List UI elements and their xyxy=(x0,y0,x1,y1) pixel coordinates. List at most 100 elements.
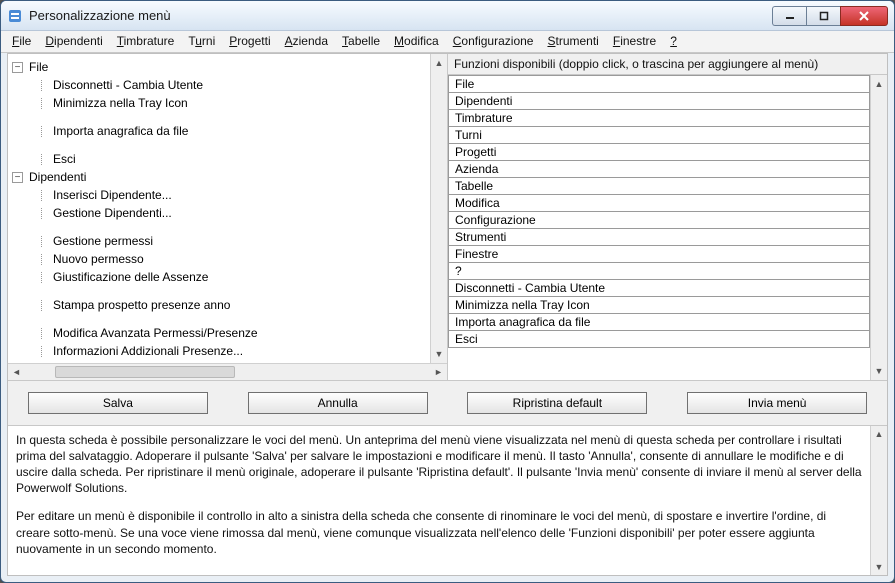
maximize-button[interactable] xyxy=(806,6,840,26)
tree-node-label: Inserisci Dipendente... xyxy=(53,188,172,202)
available-functions-list[interactable]: FileDipendentiTimbratureTurniProgettiAzi… xyxy=(448,75,870,380)
available-function-label: Azienda xyxy=(449,161,870,178)
menu-item[interactable]: Configurazione xyxy=(446,31,541,52)
tree-node-label: File xyxy=(29,60,48,74)
menu-item[interactable]: Timbrature xyxy=(110,31,182,52)
tree-node[interactable]: Gestione Dipendenti... xyxy=(36,204,430,222)
available-function-row[interactable]: Configurazione xyxy=(449,212,870,229)
minimize-button[interactable] xyxy=(772,6,806,26)
send-menu-button[interactable]: Invia menù xyxy=(687,392,867,414)
available-function-row[interactable]: ? xyxy=(449,263,870,280)
tree-node-label: Esci xyxy=(53,152,76,166)
tree-node[interactable]: Giustificazione delle Assenze xyxy=(36,268,430,286)
available-function-row[interactable]: Esci xyxy=(449,331,870,348)
scroll-up-icon[interactable]: ▲ xyxy=(431,54,448,71)
menu-item[interactable]: Finestre xyxy=(606,31,663,52)
collapse-icon[interactable]: − xyxy=(12,62,23,73)
available-function-row[interactable]: Turni xyxy=(449,127,870,144)
help-vertical-scrollbar[interactable]: ▲ ▼ xyxy=(870,426,887,575)
menu-item[interactable]: Turni xyxy=(181,31,222,52)
menu-tree-pane: −FileDisconnetti - Cambia UtenteMinimizz… xyxy=(8,54,448,380)
scroll-up-icon[interactable]: ▲ xyxy=(871,426,888,443)
window-title: Personalizzazione menù xyxy=(29,8,772,23)
tree-node[interactable]: Inserisci Dipendente... xyxy=(36,186,430,204)
tree-node[interactable]: Informazioni Addizionali Presenze... xyxy=(36,342,430,360)
menu-item[interactable]: ? xyxy=(663,31,684,52)
available-function-row[interactable]: Progetti xyxy=(449,144,870,161)
tree-connector xyxy=(36,126,47,137)
tree-node[interactable]: −Dipendenti xyxy=(12,168,430,186)
scroll-right-icon[interactable]: ► xyxy=(430,363,447,380)
menu-item[interactable]: Progetti xyxy=(222,31,277,52)
available-function-row[interactable]: Disconnetti - Cambia Utente xyxy=(449,280,870,297)
tree-node-label: Disconnetti - Cambia Utente xyxy=(53,78,203,92)
available-function-label: ? xyxy=(449,263,870,280)
available-vertical-scrollbar[interactable]: ▲ ▼ xyxy=(870,75,887,380)
menu-item[interactable]: Azienda xyxy=(278,31,335,52)
scroll-down-icon[interactable]: ▼ xyxy=(871,363,888,380)
tree-node[interactable]: Gestione permessi xyxy=(36,232,430,250)
help-paragraph: In questa scheda è possibile personalizz… xyxy=(16,432,862,497)
available-function-row[interactable]: Finestre xyxy=(449,246,870,263)
help-text: In questa scheda è possibile personalizz… xyxy=(8,426,870,575)
scroll-down-icon[interactable]: ▼ xyxy=(431,346,448,363)
menu-item[interactable]: File xyxy=(5,31,38,52)
tree-node[interactable]: Nuovo permesso xyxy=(36,250,430,268)
menu-tree[interactable]: −FileDisconnetti - Cambia UtenteMinimizz… xyxy=(8,54,430,363)
tree-connector xyxy=(36,328,47,339)
menu-item[interactable]: Modifica xyxy=(387,31,446,52)
available-function-label: Disconnetti - Cambia Utente xyxy=(449,280,870,297)
tree-horizontal-scrollbar[interactable]: ◄ ► xyxy=(8,363,447,380)
available-function-row[interactable]: File xyxy=(449,76,870,93)
available-function-label: Esci xyxy=(449,331,870,348)
cancel-button[interactable]: Annulla xyxy=(248,392,428,414)
tree-node[interactable]: −File xyxy=(12,58,430,76)
scroll-thumb[interactable] xyxy=(55,366,235,378)
restore-default-button[interactable]: Ripristina default xyxy=(467,392,647,414)
available-function-label: Modifica xyxy=(449,195,870,212)
title-bar: Personalizzazione menù xyxy=(1,1,894,31)
available-function-label: Turni xyxy=(449,127,870,144)
tree-node-label: Gestione Dipendenti... xyxy=(53,206,172,220)
menu-item[interactable]: Strumenti xyxy=(540,31,605,52)
menu-item[interactable]: Tabelle xyxy=(335,31,387,52)
tree-node-label: Nuovo permesso xyxy=(53,252,144,266)
available-function-row[interactable]: Minimizza nella Tray Icon xyxy=(449,297,870,314)
menu-item[interactable]: Dipendenti xyxy=(38,31,109,52)
available-function-row[interactable]: Dipendenti xyxy=(449,93,870,110)
tree-connector xyxy=(36,300,47,311)
available-function-row[interactable]: Tabelle xyxy=(449,178,870,195)
available-function-label: Finestre xyxy=(449,246,870,263)
app-window: Personalizzazione menù FileDipendentiTim… xyxy=(0,0,895,583)
button-row: Salva Annulla Ripristina default Invia m… xyxy=(8,380,887,426)
tree-node-label: Gestione permessi xyxy=(53,234,153,248)
client-area: −FileDisconnetti - Cambia UtenteMinimizz… xyxy=(7,53,888,576)
scroll-down-icon[interactable]: ▼ xyxy=(871,558,888,575)
app-icon xyxy=(7,8,23,24)
tree-node[interactable]: Importa anagrafica da file xyxy=(36,122,430,140)
tree-node[interactable]: Disconnetti - Cambia Utente xyxy=(36,76,430,94)
tree-node-label: Minimizza nella Tray Icon xyxy=(53,96,188,110)
available-function-row[interactable]: Strumenti xyxy=(449,229,870,246)
tree-node[interactable]: Minimizza nella Tray Icon xyxy=(36,94,430,112)
scroll-up-icon[interactable]: ▲ xyxy=(871,75,888,92)
available-function-row[interactable]: Azienda xyxy=(449,161,870,178)
available-function-row[interactable]: Modifica xyxy=(449,195,870,212)
tree-connector xyxy=(36,98,47,109)
available-functions-pane: Funzioni disponibili (doppio click, o tr… xyxy=(448,54,887,380)
scroll-left-icon[interactable]: ◄ xyxy=(8,363,25,380)
tree-node-label: Giustificazione delle Assenze xyxy=(53,270,208,284)
close-button[interactable] xyxy=(840,6,888,26)
tree-vertical-scrollbar[interactable]: ▲ ▼ xyxy=(430,54,447,363)
help-paragraph: Per editare un menù è disponibile il con… xyxy=(16,508,862,557)
available-function-row[interactable]: Timbrature xyxy=(449,110,870,127)
collapse-icon[interactable]: − xyxy=(12,172,23,183)
available-functions-header: Funzioni disponibili (doppio click, o tr… xyxy=(448,54,887,74)
tree-node[interactable]: Modifica Avanzata Permessi/Presenze xyxy=(36,324,430,342)
available-function-row[interactable]: Importa anagrafica da file xyxy=(449,314,870,331)
tree-node-label: Modifica Avanzata Permessi/Presenze xyxy=(53,326,258,340)
tree-node-label: Stampa prospetto presenze anno xyxy=(53,298,230,312)
tree-node[interactable]: Stampa prospetto presenze anno xyxy=(36,296,430,314)
save-button[interactable]: Salva xyxy=(28,392,208,414)
tree-node[interactable]: Esci xyxy=(36,150,430,168)
